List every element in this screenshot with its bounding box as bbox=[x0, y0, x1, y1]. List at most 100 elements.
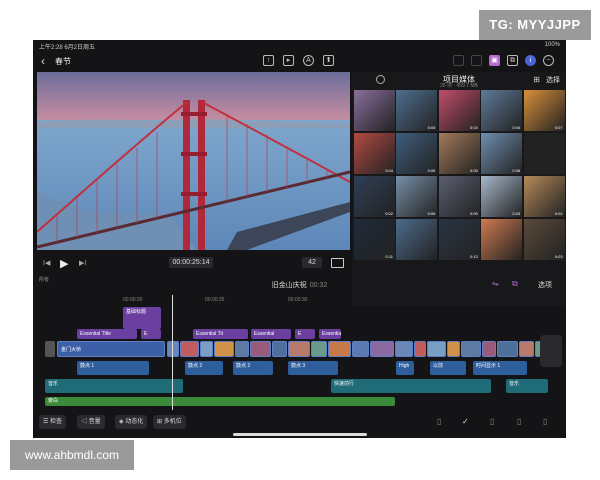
title-clip[interactable]: E bbox=[141, 329, 161, 339]
ruler-tick: 00:00:20 bbox=[123, 297, 143, 303]
select-button[interactable]: 选择 bbox=[546, 75, 560, 85]
audio-clip[interactable]: 鼓点 3 bbox=[288, 361, 338, 375]
music-clip[interactable]: 音乐 bbox=[506, 379, 548, 393]
video-clip[interactable] bbox=[447, 341, 460, 357]
audio-clip[interactable]: 鼓点 1 bbox=[77, 361, 149, 375]
share-icon[interactable]: ⬆ bbox=[323, 55, 334, 66]
audio-clip[interactable]: 以前 bbox=[430, 361, 466, 375]
inspect-button[interactable]: ☰ 检查 bbox=[39, 415, 67, 429]
more-icon[interactable]: − bbox=[543, 55, 554, 66]
video-clip[interactable] bbox=[250, 341, 271, 357]
media-thumbnail[interactable]: 0:06 bbox=[396, 133, 438, 174]
trash-icon[interactable]: ▯ bbox=[543, 417, 547, 426]
thumbnail-grid: 0:05 0:04 0:04 0:07 0:04 0:06 0:05 0:08 0:02 0:06… bbox=[352, 90, 566, 306]
redo-icon[interactable] bbox=[471, 55, 482, 66]
media-thumbnail[interactable]: 0:07 bbox=[523, 90, 565, 131]
music-clip[interactable]: 音乐 bbox=[45, 379, 183, 393]
video-clip[interactable] bbox=[288, 341, 310, 357]
media-thumbnail[interactable]: 0:03 bbox=[523, 219, 565, 260]
media-thumbnail[interactable]: 0:02 bbox=[354, 176, 395, 217]
options-button[interactable]: 选项 bbox=[538, 280, 552, 290]
precision-editor-handle[interactable] bbox=[540, 335, 562, 367]
checkmark-icon[interactable]: ✓ bbox=[462, 417, 469, 426]
media-thumbnail[interactable]: 0:06 bbox=[396, 176, 438, 217]
media-thumbnail[interactable] bbox=[481, 219, 523, 260]
media-thumbnail[interactable] bbox=[396, 219, 438, 260]
lower-title-clip[interactable]: 基础标题 bbox=[123, 307, 161, 329]
title-clip[interactable]: E bbox=[295, 329, 315, 339]
info-icon[interactable]: i bbox=[525, 55, 536, 66]
video-clip[interactable] bbox=[461, 341, 481, 357]
media-thumbnail[interactable]: 0:05 bbox=[438, 133, 480, 174]
audio-clip[interactable]: High bbox=[396, 361, 414, 375]
video-clip[interactable] bbox=[519, 341, 534, 357]
audio-clip[interactable]: 时间显示 1 bbox=[473, 361, 527, 375]
play-icon[interactable]: ▶ bbox=[60, 257, 68, 270]
video-clip[interactable] bbox=[427, 341, 446, 357]
primary-clip[interactable]: 金门大桥 bbox=[57, 341, 165, 357]
title-clip[interactable]: Essential bbox=[251, 329, 291, 339]
timeline[interactable]: 00:00:20 00:00:25 00:00:30 基础标题 Essentia… bbox=[33, 295, 566, 410]
title-clip[interactable]: Essential Tit bbox=[193, 329, 248, 339]
photos-icon[interactable]: ▣ bbox=[489, 55, 500, 66]
media-thumbnail[interactable] bbox=[523, 133, 565, 174]
zoom-level[interactable]: 42 bbox=[302, 257, 322, 268]
voiceover-clip[interactable]: 旁白 bbox=[45, 397, 395, 406]
camera-icon[interactable]: ▸ bbox=[283, 55, 294, 66]
video-clip[interactable] bbox=[214, 341, 234, 357]
detach-icon[interactable]: ▯ bbox=[517, 417, 521, 426]
title-clip[interactable]: Essential bbox=[319, 329, 341, 339]
video-clip[interactable] bbox=[235, 341, 249, 357]
video-clip[interactable] bbox=[311, 341, 327, 357]
video-clip[interactable] bbox=[328, 341, 351, 357]
timeline-header: 所有 旧金山庆祝 00:32 ⇋ ⧉ 选项 bbox=[33, 276, 566, 292]
media-thumbnail[interactable]: 0:05 bbox=[396, 90, 438, 131]
video-clip[interactable] bbox=[180, 341, 199, 357]
step-forward-icon[interactable]: ▶I bbox=[79, 259, 86, 267]
media-thumbnail[interactable]: 0:13 bbox=[438, 219, 480, 260]
multicam-button[interactable]: ⊞ 多机位 bbox=[153, 415, 186, 429]
media-thumbnail[interactable]: 0:05 bbox=[438, 176, 480, 217]
split-icon[interactable]: ▯ bbox=[490, 417, 494, 426]
audio-clip[interactable]: 鼓点 2 bbox=[233, 361, 273, 375]
media-thumbnail[interactable]: 0:11 bbox=[354, 219, 395, 260]
music-clip[interactable]: 快速前行 bbox=[331, 379, 491, 393]
layers-icon[interactable]: ⧉ bbox=[507, 55, 518, 66]
step-back-icon[interactable]: I◀ bbox=[43, 259, 50, 267]
video-clip[interactable] bbox=[482, 341, 496, 357]
device-screen: 上午2:28 6月2日周五 100% ‹ 春节 ↑ ▸ A ⬆ ▣ ⧉ i − bbox=[33, 40, 566, 438]
fullscreen-icon[interactable] bbox=[331, 258, 344, 268]
media-thumbnail[interactable]: 0:08 bbox=[481, 133, 523, 174]
video-clip[interactable] bbox=[497, 341, 518, 357]
media-thumbnail[interactable]: 0:03 bbox=[481, 176, 523, 217]
video-clip[interactable] bbox=[370, 341, 394, 357]
video-clip[interactable] bbox=[272, 341, 287, 357]
timecode-display[interactable]: 00:00:25:14 bbox=[169, 257, 213, 268]
audio-clip[interactable]: 鼓点 2 bbox=[185, 361, 223, 375]
delete-icon[interactable]: ▯ bbox=[437, 417, 441, 426]
video-clip[interactable] bbox=[414, 341, 426, 357]
grid-view-icon[interactable]: ⊞ bbox=[533, 75, 540, 84]
media-thumbnail[interactable]: 0:04 bbox=[481, 90, 523, 131]
snapping-icon[interactable]: ⧉ bbox=[512, 279, 518, 289]
animate-button[interactable]: ◈ 动态化 bbox=[115, 415, 148, 429]
video-clip[interactable] bbox=[395, 341, 413, 357]
video-clip[interactable] bbox=[200, 341, 213, 357]
media-thumbnail[interactable]: 0:02 bbox=[523, 176, 565, 217]
video-clip[interactable] bbox=[167, 341, 179, 357]
voiceover-icon[interactable]: A bbox=[303, 55, 314, 66]
playhead[interactable] bbox=[172, 295, 173, 410]
chevron-left-icon[interactable]: ‹ bbox=[41, 54, 45, 68]
title-clip[interactable]: Essential Title bbox=[77, 329, 137, 339]
volume-button[interactable]: ◁ 音量 bbox=[77, 415, 105, 429]
multicam-label: 多机位 bbox=[163, 419, 182, 425]
media-thumbnail[interactable]: 0:04 bbox=[354, 133, 395, 174]
media-thumbnail[interactable] bbox=[354, 90, 395, 131]
video-clip[interactable] bbox=[352, 341, 369, 357]
undo-icon[interactable] bbox=[453, 55, 464, 66]
link-icon[interactable]: ⇋ bbox=[492, 279, 499, 288]
thumbnail-duration: 0:08 bbox=[512, 168, 521, 173]
export-icon[interactable]: ↑ bbox=[263, 55, 274, 66]
media-thumbnail[interactable]: 0:04 bbox=[438, 90, 480, 131]
clip-handle[interactable] bbox=[45, 341, 55, 357]
